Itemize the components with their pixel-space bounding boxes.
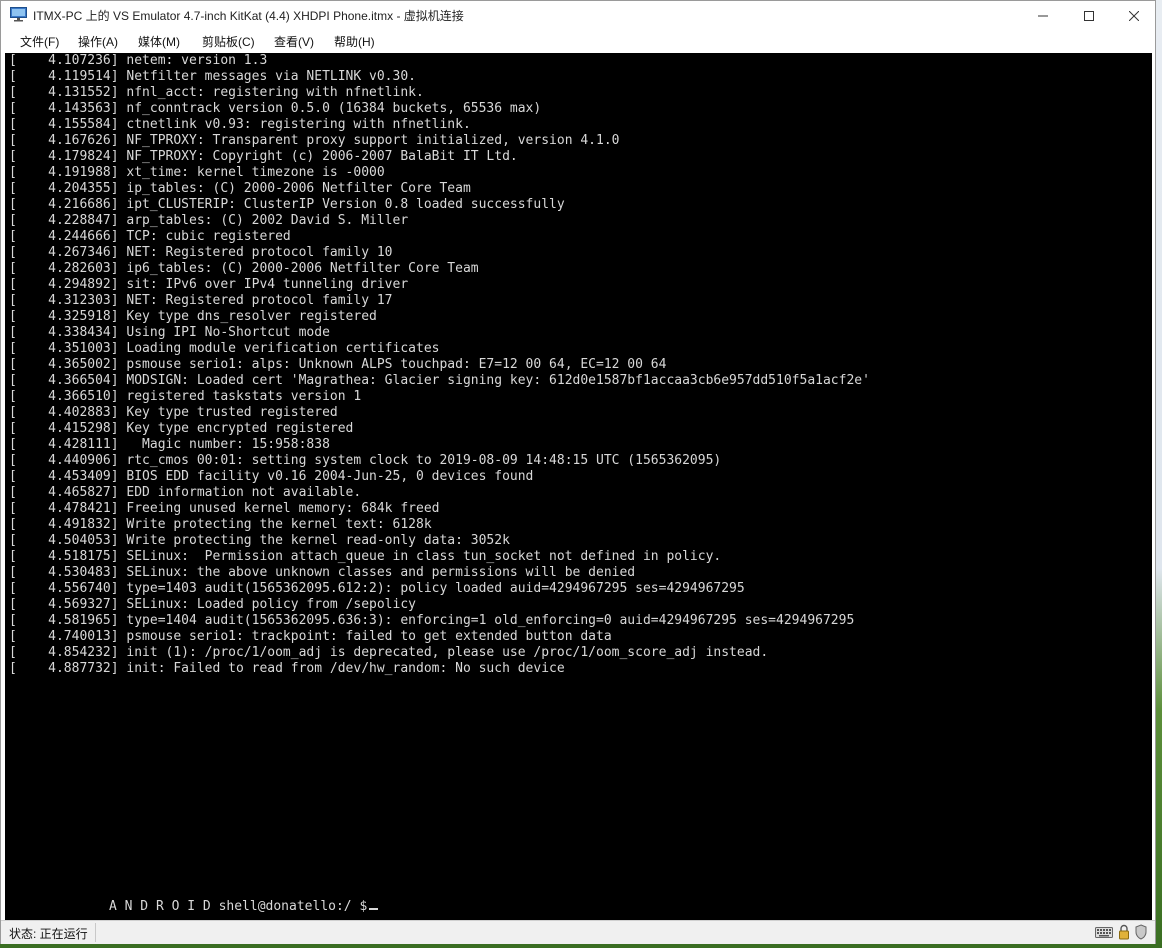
log-line: [ 4.179824] NF_TPROXY: Copyright (c) 200… bbox=[9, 149, 518, 164]
menu-help[interactable]: 帮助(H) bbox=[334, 33, 375, 50]
log-line: [ 4.338434] Using IPI No-Shortcut mode bbox=[9, 325, 330, 340]
menu-clipboard[interactable]: 剪贴板(C) bbox=[202, 33, 255, 50]
log-line: [ 4.204355] ip_tables: (C) 2000-2006 Net… bbox=[9, 181, 471, 196]
log-line: [ 4.504053] Write protecting the kernel … bbox=[9, 533, 510, 548]
close-button[interactable] bbox=[1111, 1, 1157, 30]
menu-view[interactable]: 查看(V) bbox=[274, 33, 314, 50]
minimize-icon bbox=[1038, 15, 1048, 16]
status-label: 状态: 正在运行 bbox=[9, 927, 88, 941]
log-line: [ 4.740013] psmouse serio1: trackpoint: … bbox=[9, 629, 612, 644]
status-icons bbox=[1095, 924, 1147, 940]
status-divider bbox=[95, 923, 96, 942]
log-line: [ 4.131552] nfnl_acct: registering with … bbox=[9, 85, 424, 100]
log-line: [ 4.556740] type=1403 audit(1565362095.6… bbox=[9, 581, 745, 596]
text-cursor bbox=[369, 908, 379, 910]
vm-console-screen[interactable]: [ 4.107236] netem: version 1.3[ 4.119514… bbox=[5, 53, 1152, 920]
monitor-icon bbox=[10, 7, 27, 22]
shield-icon bbox=[1135, 924, 1147, 940]
vm-connection-window: ITMX-PC 上的 VS Emulator 4.7-inch KitKat (… bbox=[0, 0, 1156, 944]
log-line: [ 4.854232] init (1): /proc/1/oom_adj is… bbox=[9, 645, 769, 660]
log-line: [ 4.402883] Key type trusted registered bbox=[9, 405, 338, 420]
log-line: [ 4.366510] registered taskstats version… bbox=[9, 389, 362, 404]
log-line: [ 4.155584] ctnetlink v0.93: registering… bbox=[9, 117, 471, 132]
log-line: [ 4.143563] nf_conntrack version 0.5.0 (… bbox=[9, 101, 542, 116]
log-line: [ 4.216686] ipt_CLUSTERIP: ClusterIP Ver… bbox=[9, 197, 565, 212]
log-line: [ 4.267346] NET: Registered protocol fam… bbox=[9, 245, 393, 260]
log-line: [ 4.244666] TCP: cubic registered bbox=[9, 229, 291, 244]
log-line: [ 4.415298] Key type encrypted registere… bbox=[9, 421, 354, 436]
log-line: [ 4.167626] NF_TPROXY: Transparent proxy… bbox=[9, 133, 620, 148]
window-title: ITMX-PC 上的 VS Emulator 4.7-inch KitKat (… bbox=[33, 9, 464, 23]
log-line: [ 4.282603] ip6_tables: (C) 2000-2006 Ne… bbox=[9, 261, 479, 276]
title-bar[interactable]: ITMX-PC 上的 VS Emulator 4.7-inch KitKat (… bbox=[1, 1, 1155, 30]
menu-media[interactable]: 媒体(M) bbox=[138, 33, 180, 50]
menu-bar: 文件(F) 操作(A) 媒体(M) 剪贴板(C) 查看(V) 帮助(H) bbox=[1, 30, 1155, 53]
maximize-icon bbox=[1084, 10, 1094, 21]
log-line: [ 4.119514] Netfilter messages via NETLI… bbox=[9, 69, 416, 84]
log-line: [ 4.569327] SELinux: Loaded policy from … bbox=[9, 597, 416, 612]
log-line: [ 4.491832] Write protecting the kernel … bbox=[9, 517, 432, 532]
maximize-button[interactable] bbox=[1066, 1, 1112, 30]
shell-prompt: A N D R O I D shell@donatello:/ $ bbox=[109, 899, 379, 914]
keyboard-icon bbox=[1095, 927, 1113, 938]
log-line: [ 4.428111] Magic number: 15:958:838 bbox=[9, 437, 330, 452]
menu-action[interactable]: 操作(A) bbox=[78, 33, 118, 50]
log-line: [ 4.228847] arp_tables: (C) 2002 David S… bbox=[9, 213, 409, 228]
log-line: [ 4.530483] SELinux: the above unknown c… bbox=[9, 565, 636, 580]
log-line: [ 4.465827] EDD information not availabl… bbox=[9, 485, 362, 500]
log-line: [ 4.365002] psmouse serio1: alps: Unknow… bbox=[9, 357, 667, 372]
log-line: [ 4.312303] NET: Registered protocol fam… bbox=[9, 293, 393, 308]
minimize-button[interactable] bbox=[1020, 1, 1066, 30]
menu-file[interactable]: 文件(F) bbox=[20, 33, 59, 50]
log-line: [ 4.191988] xt_time: kernel timezone is … bbox=[9, 165, 385, 180]
log-line: [ 4.107236] netem: version 1.3 bbox=[9, 53, 268, 68]
log-line: [ 4.325918] Key type dns_resolver regist… bbox=[9, 309, 377, 324]
log-line: [ 4.366504] MODSIGN: Loaded cert 'Magrat… bbox=[9, 373, 870, 388]
log-line: [ 4.581965] type=1404 audit(1565362095.6… bbox=[9, 613, 855, 628]
log-line: [ 4.518175] SELinux: Permission attach_q… bbox=[9, 549, 722, 564]
log-line: [ 4.294892] sit: IPv6 over IPv4 tunnelin… bbox=[9, 277, 409, 292]
kernel-log: [ 4.107236] netem: version 1.3[ 4.119514… bbox=[9, 53, 870, 677]
lock-icon bbox=[1119, 924, 1129, 940]
log-line: [ 4.440906] rtc_cmos 00:01: setting syst… bbox=[9, 453, 722, 468]
log-line: [ 4.478421] Freeing unused kernel memory… bbox=[9, 501, 440, 516]
close-icon bbox=[1129, 10, 1139, 21]
log-line: [ 4.351003] Loading module verification … bbox=[9, 341, 440, 356]
shell-prompt-text: A N D R O I D shell@donatello:/ $ bbox=[109, 899, 368, 914]
status-bar: 状态: 正在运行 bbox=[1, 920, 1155, 944]
log-line: [ 4.887732] init: Failed to read from /d… bbox=[9, 661, 565, 676]
log-line: [ 4.453409] BIOS EDD facility v0.16 2004… bbox=[9, 469, 534, 484]
